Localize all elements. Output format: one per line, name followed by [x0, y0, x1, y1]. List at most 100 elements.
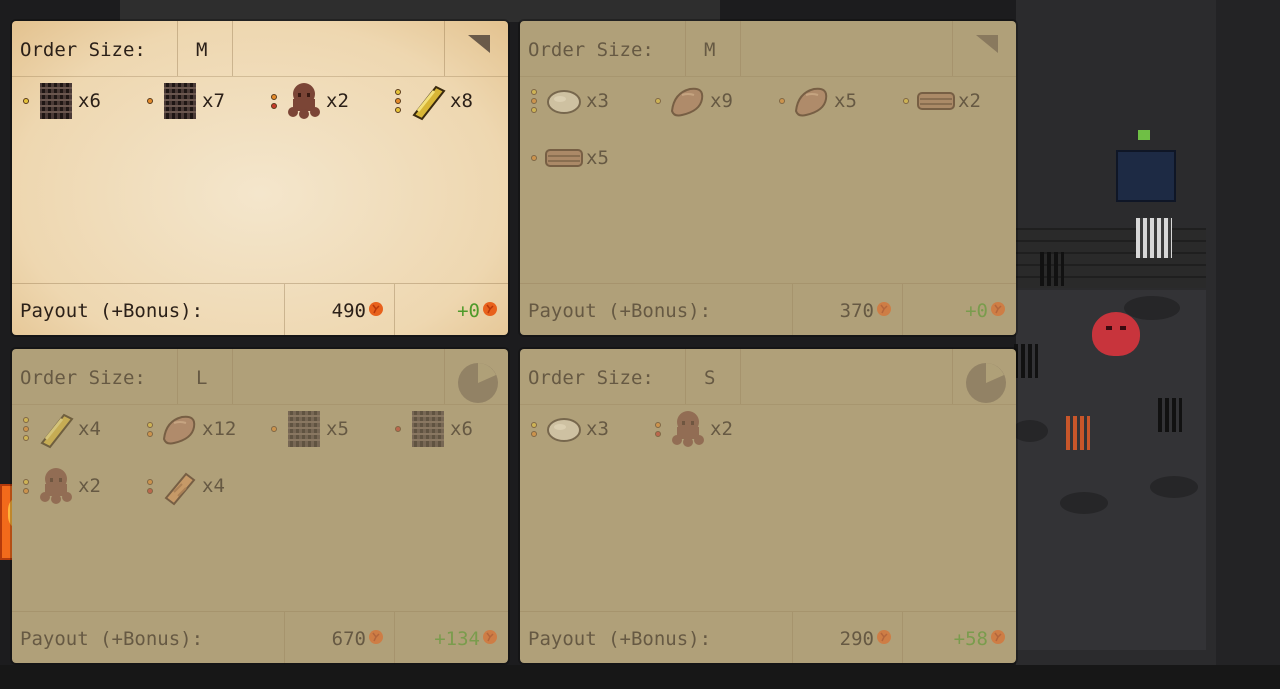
- coin-icon: [366, 300, 384, 322]
- quality-dots: [902, 98, 910, 104]
- coin-icon: [874, 300, 892, 322]
- order-footer: Payout (+Bonus): 670 +134: [12, 611, 508, 663]
- order-card[interactable]: Order Size: Mx3 x9 x5 x2 x5 Payout (+Bonus): 37…: [520, 21, 1016, 335]
- item-quantity: x5: [586, 147, 609, 169]
- item-quantity: x2: [78, 475, 101, 497]
- item-quantity: x12: [202, 418, 237, 440]
- payout-label: Payout (+Bonus):: [20, 628, 204, 650]
- quality-dots: [146, 421, 154, 437]
- coil-icon: [284, 409, 324, 449]
- octopus-icon: [668, 409, 708, 449]
- order-item: x2: [270, 79, 349, 123]
- rock-icon: [544, 409, 584, 449]
- order-item: x6: [22, 79, 101, 123]
- order-size-label: Order Size:: [528, 39, 654, 61]
- order-item: x3: [530, 79, 609, 123]
- order-item: x4: [146, 464, 225, 508]
- coin-icon: [480, 628, 498, 650]
- item-quantity: x5: [834, 90, 857, 112]
- coin-icon: [988, 300, 1006, 322]
- floor-shadow: [1012, 420, 1048, 442]
- quality-dots: [394, 426, 402, 432]
- order-footer: Payout (+Bonus): 490 +0: [12, 283, 508, 335]
- quality-dots: [530, 89, 538, 113]
- item-quantity: x9: [710, 90, 733, 112]
- order-item: x2: [654, 407, 733, 451]
- order-item: x2: [22, 464, 101, 508]
- order-header: Order Size: L: [12, 349, 508, 405]
- order-size-value: M: [704, 39, 716, 61]
- order-item: x6: [394, 407, 473, 451]
- order-item: x4: [22, 407, 101, 451]
- processing-machine[interactable]: [1116, 150, 1176, 202]
- octopus-icon: [36, 466, 76, 506]
- payout-value: 490: [332, 300, 384, 322]
- order-size-label: Order Size:: [20, 367, 146, 389]
- quality-dots: [146, 478, 154, 494]
- plank-icon: [160, 466, 200, 506]
- order-card[interactable]: Order Size: Sx3 x2 Payout (+Bonus): 290 +58: [520, 349, 1016, 663]
- item-quantity: x7: [202, 90, 225, 112]
- order-item: x12: [146, 407, 236, 451]
- order-item: x7: [146, 79, 225, 123]
- quality-dots: [530, 421, 538, 437]
- rope-icon: [916, 81, 956, 121]
- order-card[interactable]: Order Size: Mx6 x7 x2 x8 Payout (+Bonus): 490 +…: [12, 21, 508, 335]
- payout-value: 670: [332, 628, 384, 650]
- bonus-value: +0: [457, 300, 498, 322]
- order-size-value: L: [196, 367, 208, 389]
- payout-value: 290: [840, 628, 892, 650]
- order-size-value: M: [196, 39, 208, 61]
- item-quantity: x2: [958, 90, 981, 112]
- bottom-edge: [0, 665, 1280, 689]
- rock-icon: [544, 81, 584, 121]
- coil-pickup[interactable]: [1066, 416, 1090, 450]
- payout-value: 370: [840, 300, 892, 322]
- player-creature: [1092, 312, 1140, 356]
- order-item: x5: [530, 136, 609, 180]
- order-header: Order Size: S: [520, 349, 1016, 405]
- quality-dots: [22, 417, 30, 441]
- octopus-icon: [284, 81, 324, 121]
- coil-pickup[interactable]: [1158, 398, 1182, 432]
- order-card[interactable]: Order Size: Lx4 x12 x5 x6 x2 x4 Payout (+Bonus)…: [12, 349, 508, 663]
- far-right-wall: [1216, 0, 1280, 689]
- coil-pickup[interactable]: [1040, 252, 1064, 286]
- item-quantity: x8: [450, 90, 473, 112]
- order-header: Order Size: M: [12, 21, 508, 77]
- coil-icon: [36, 81, 76, 121]
- quality-dots: [22, 478, 30, 494]
- coin-icon: [366, 628, 384, 650]
- item-quantity: x6: [450, 418, 473, 440]
- floor-shadow: [1124, 296, 1180, 320]
- coin-icon: [874, 628, 892, 650]
- order-footer: Payout (+Bonus): 370 +0: [520, 283, 1016, 335]
- quality-dots: [22, 98, 30, 104]
- gold-bar-icon: [36, 409, 76, 449]
- coil-icon: [160, 81, 200, 121]
- bonus-value: +0: [965, 300, 1006, 322]
- order-item: x5: [778, 79, 857, 123]
- order-item: x5: [270, 407, 349, 451]
- order-item: x8: [394, 79, 473, 123]
- order-footer: Payout (+Bonus): 290 +58: [520, 611, 1016, 663]
- coin-icon: [480, 300, 498, 322]
- item-quantity: x2: [710, 418, 733, 440]
- quality-dots: [270, 426, 278, 432]
- spring-pile-icon[interactable]: [1136, 218, 1172, 258]
- quality-dots: [146, 98, 154, 104]
- bonus-value: +58: [954, 628, 1006, 650]
- order-item: x3: [530, 407, 609, 451]
- order-size-value: S: [704, 367, 716, 389]
- floor-shadow: [1060, 492, 1108, 514]
- floor-shadow: [1150, 476, 1198, 498]
- coil-pickup[interactable]: [1014, 344, 1038, 378]
- machine-indicator: [1138, 130, 1150, 140]
- item-quantity: x3: [586, 90, 609, 112]
- top-wall: [120, 0, 720, 22]
- order-size-label: Order Size:: [528, 367, 654, 389]
- coil-icon: [408, 409, 448, 449]
- coin-icon: [988, 628, 1006, 650]
- item-quantity: x6: [78, 90, 101, 112]
- item-quantity: x3: [586, 418, 609, 440]
